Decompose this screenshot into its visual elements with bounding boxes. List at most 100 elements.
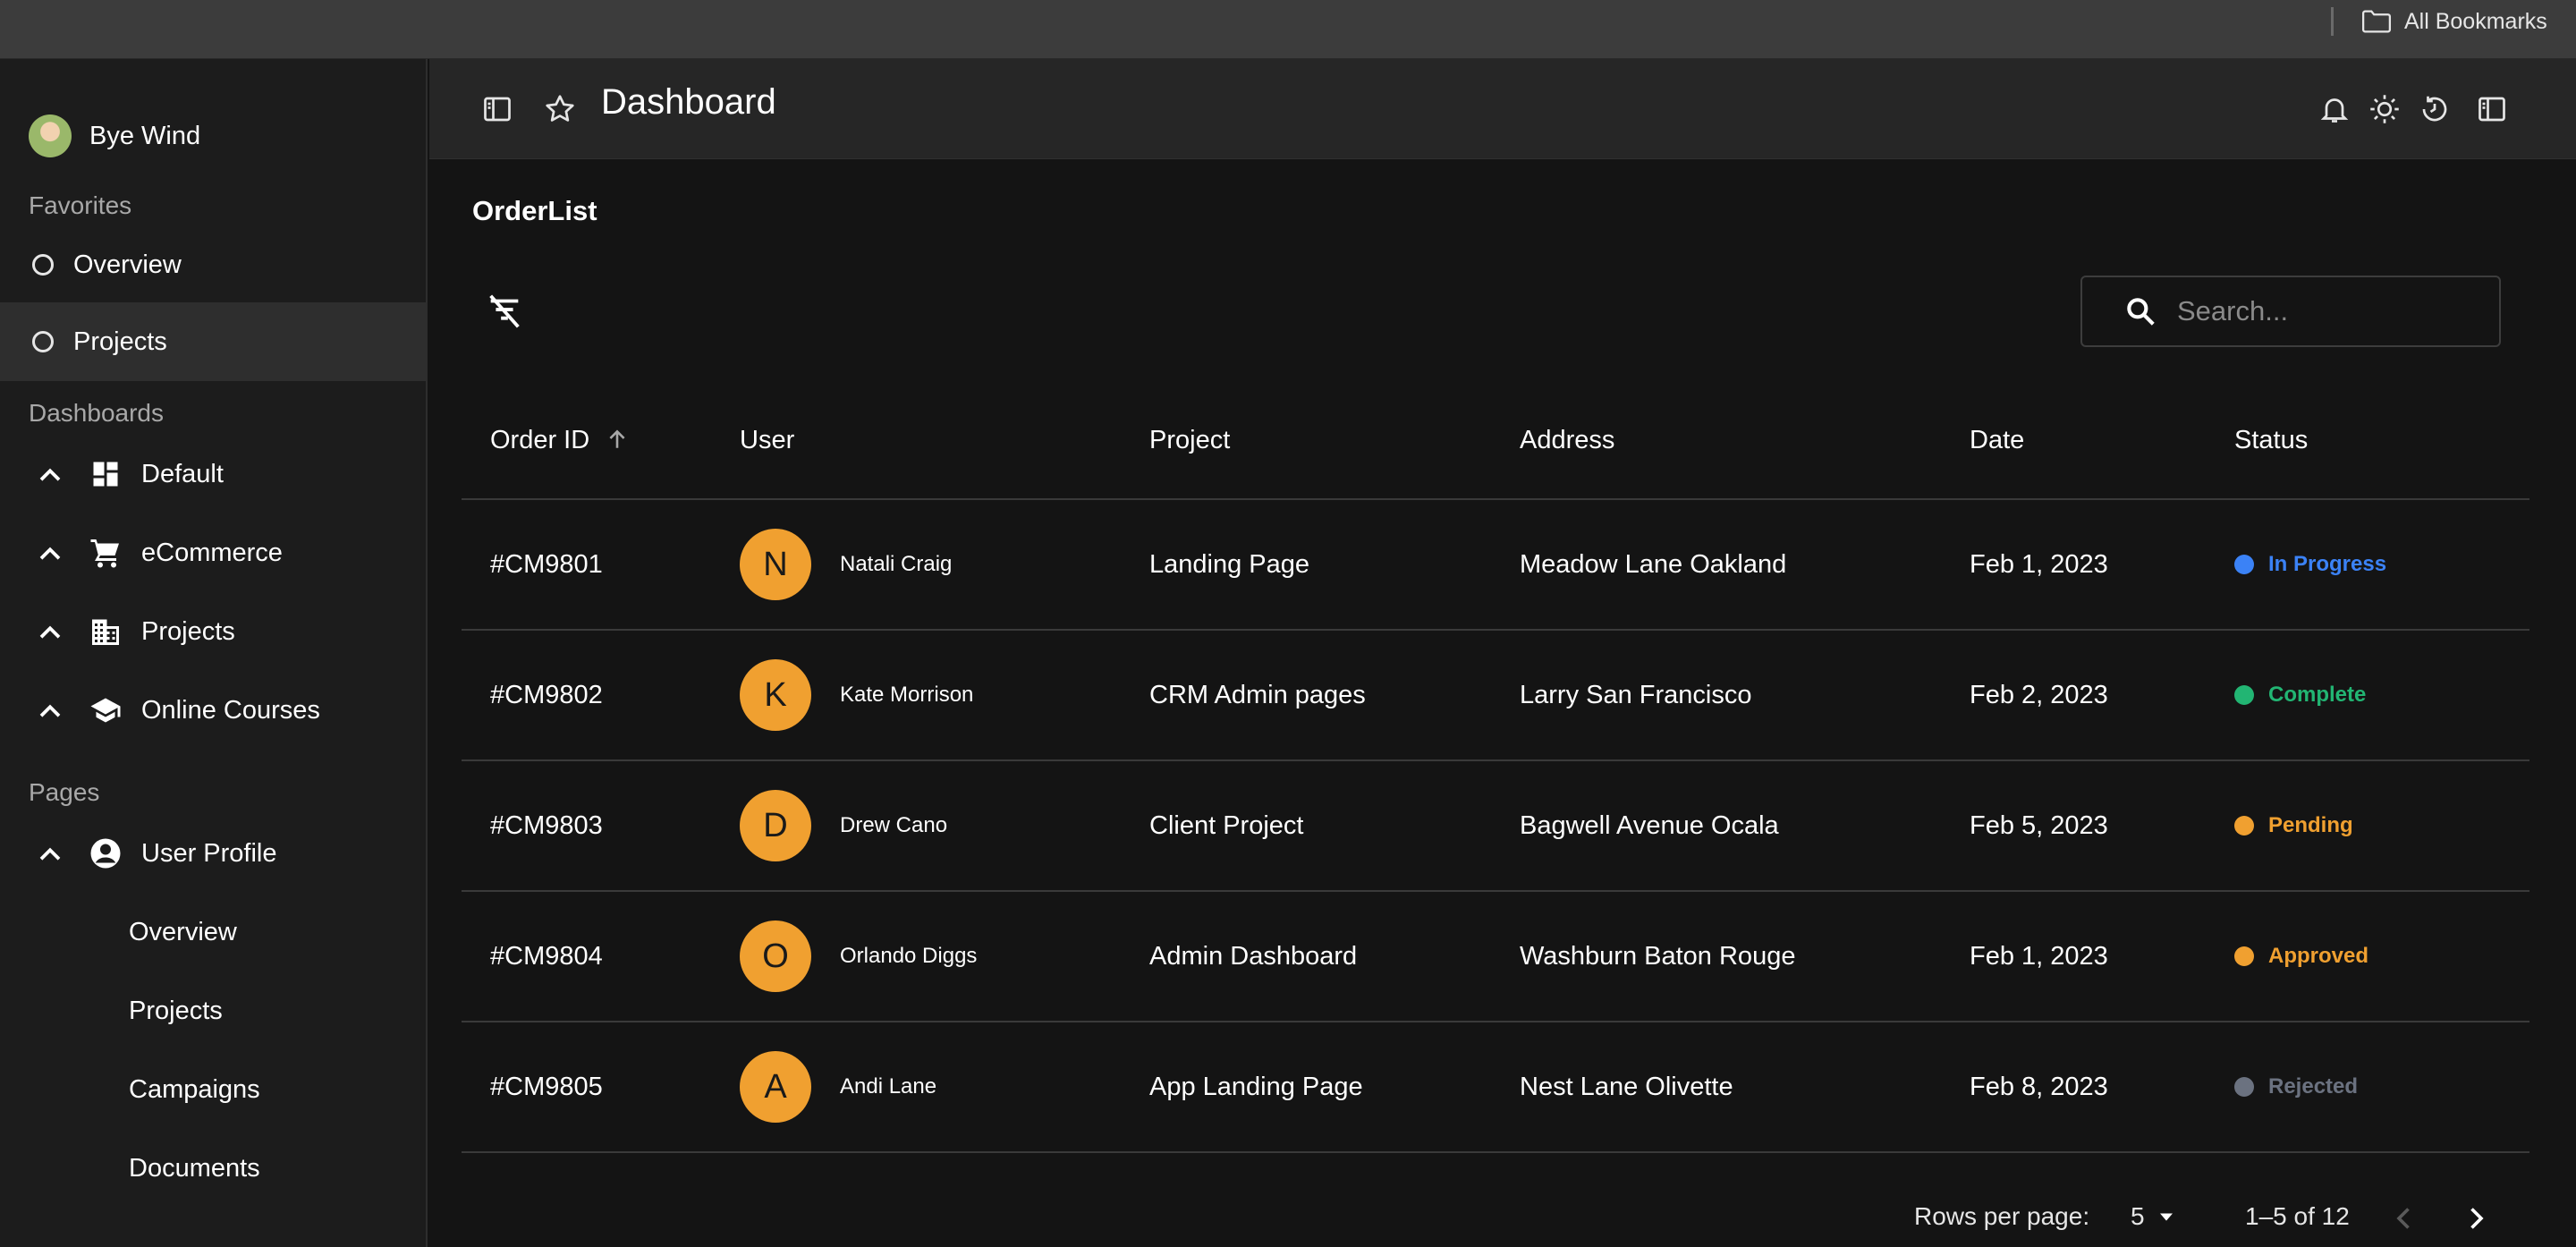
sidebar-item-projects[interactable]: Projects — [0, 592, 426, 671]
avatar: A — [740, 1051, 811, 1123]
avatar: D — [740, 790, 811, 861]
caret-down-icon — [2159, 1213, 2173, 1221]
status-cell: Rejected — [2234, 1022, 2529, 1153]
rows-per-page-select[interactable]: 5 — [2131, 1197, 2179, 1236]
sidebar-item-ecommerce[interactable]: eCommerce — [0, 513, 426, 592]
chevron-up-icon[interactable] — [34, 700, 66, 720]
address-cell: Bagwell Avenue Ocala — [1520, 760, 1970, 892]
order-id-cell: #CM9804 — [462, 891, 740, 1022]
status-text: Complete — [2268, 683, 2367, 707]
status-badge: Approved — [2234, 944, 2529, 969]
project-cell: CRM Admin pages — [1149, 630, 1520, 761]
date-cell: Feb 1, 2023 — [1970, 891, 2234, 1022]
sidebar-subitem-projects[interactable]: Projects — [129, 971, 223, 1050]
address-cell: Washburn Baton Rouge — [1520, 891, 1970, 1022]
date-cell: Feb 5, 2023 — [1970, 760, 2234, 892]
column-header-user[interactable]: User — [740, 383, 1149, 500]
all-bookmarks-button[interactable]: All Bookmarks — [2361, 5, 2547, 38]
sidebar-toggle-icon[interactable] — [479, 91, 515, 127]
sidebar-subitem-documents[interactable]: Documents — [129, 1129, 260, 1208]
sort-ascending-icon[interactable] — [606, 428, 629, 451]
order-id-cell: #CM9801 — [462, 499, 740, 631]
user-cell: N Natali Craig — [740, 499, 1149, 631]
user-name: Kate Morrison — [840, 683, 974, 707]
status-text: Rejected — [2268, 1074, 2359, 1099]
project-cell: App Landing Page — [1149, 1022, 1520, 1153]
sidebar-item-user-profile[interactable]: User Profile — [0, 814, 426, 893]
column-header-address[interactable]: Address — [1520, 383, 1970, 500]
search-field[interactable] — [2080, 276, 2501, 347]
avatar: O — [740, 920, 811, 992]
user-name: Andi Lane — [840, 1074, 937, 1099]
chevron-up-icon[interactable] — [34, 543, 66, 563]
rows-per-page-value: 5 — [2131, 1202, 2145, 1230]
column-header-date[interactable]: Date — [1970, 383, 2234, 500]
sidebar-item-favorites-overview[interactable]: Overview — [0, 225, 426, 304]
dashboard-icon — [88, 456, 123, 492]
browser-bookmarks-bar: All Bookmarks — [0, 0, 2576, 59]
status-cell: Pending — [2234, 760, 2529, 892]
sidebar-item-label: Default — [141, 459, 224, 488]
previous-page-button[interactable] — [2385, 1199, 2424, 1238]
avatar — [29, 115, 72, 157]
status-text: Pending — [2268, 813, 2353, 837]
account-circle-icon — [88, 836, 123, 871]
next-page-button[interactable] — [2456, 1199, 2496, 1238]
search-icon — [2127, 298, 2155, 326]
chevron-up-icon[interactable] — [34, 622, 66, 641]
date-cell: Feb 8, 2023 — [1970, 1022, 2234, 1153]
dashboards-title: Dashboards — [29, 399, 164, 427]
pages-title: Pages — [29, 778, 100, 806]
column-header-order-id[interactable]: Order ID — [462, 383, 740, 500]
status-badge: Complete — [2234, 683, 2529, 708]
star-icon[interactable] — [542, 91, 578, 127]
filter-off-icon[interactable] — [483, 290, 526, 333]
sidebar-subitem-campaigns[interactable]: Campaigns — [129, 1050, 260, 1129]
sidebar-subitem-overview[interactable]: Overview — [129, 893, 237, 971]
table-row[interactable]: #CM9803 D Drew Cano Client Project Bagwell A… — [462, 760, 2529, 892]
sidebar-item-online-courses[interactable]: Online Courses — [0, 671, 426, 750]
column-header-status[interactable]: Status — [2234, 383, 2529, 500]
status-dot — [2234, 1077, 2254, 1097]
address-cell: Nest Lane Olivette — [1520, 1022, 1970, 1153]
column-header-project[interactable]: Project — [1149, 383, 1520, 500]
sidebar-item-label: Projects — [141, 616, 235, 646]
status-dot — [2234, 685, 2254, 705]
pagination: Rows per page: 5 1–5 of 12 — [429, 1190, 2576, 1243]
sun-icon[interactable] — [2367, 91, 2402, 127]
date-cell: Feb 2, 2023 — [1970, 630, 2234, 761]
bell-icon[interactable] — [2317, 91, 2352, 127]
search-input[interactable] — [2177, 295, 2463, 327]
table-row[interactable]: #CM9802 K Kate Morrison CRM Admin pages Larr… — [462, 630, 2529, 761]
page-range: 1–5 of 12 — [2245, 1202, 2350, 1230]
table-header-row: Order ID User Project Address Date Statu… — [462, 383, 2529, 500]
user-name: Orlando Diggs — [840, 944, 978, 968]
status-text: Approved — [2268, 944, 2369, 968]
sidebar-item-default[interactable]: Default — [0, 435, 426, 513]
sidebar-right-icon[interactable] — [2474, 91, 2510, 127]
table-row[interactable]: #CM9804 O Orlando Diggs Admin Dashboard Wash… — [462, 891, 2529, 1022]
sidebar-item-label: Online Courses — [141, 695, 320, 725]
sidebar-item-favorites-projects[interactable]: Projects — [0, 302, 426, 381]
status-cell: Approved — [2234, 891, 2529, 1022]
all-bookmarks-label: All Bookmarks — [2404, 8, 2547, 34]
date-cell: Feb 1, 2023 — [1970, 499, 2234, 631]
chevron-up-icon[interactable] — [34, 464, 66, 484]
table-row[interactable]: #CM9805 A Andi Lane App Landing Page Nest La… — [462, 1022, 2529, 1153]
table-row[interactable]: #CM9801 N Natali Craig Landing Page Meadow L… — [462, 499, 2529, 631]
sidebar-user[interactable]: Bye Wind — [29, 115, 200, 157]
favorites-title: Favorites — [29, 191, 132, 219]
user-cell: D Drew Cano — [740, 760, 1149, 892]
chevron-up-icon[interactable] — [34, 844, 66, 863]
status-badge: In Progress — [2234, 552, 2529, 577]
project-cell: Client Project — [1149, 760, 1520, 892]
bookmarks-separator — [2331, 7, 2334, 36]
address-cell: Larry San Francisco — [1520, 630, 1970, 761]
history-icon[interactable] — [2417, 91, 2453, 127]
order-id-cell: #CM9805 — [462, 1022, 740, 1153]
orderlist-title: OrderList — [472, 195, 597, 226]
sidebar-item-label: Projects — [73, 327, 167, 356]
chevron-right-icon — [2470, 1208, 2484, 1229]
status-cell: Complete — [2234, 630, 2529, 761]
user-name: Drew Cano — [840, 813, 948, 837]
